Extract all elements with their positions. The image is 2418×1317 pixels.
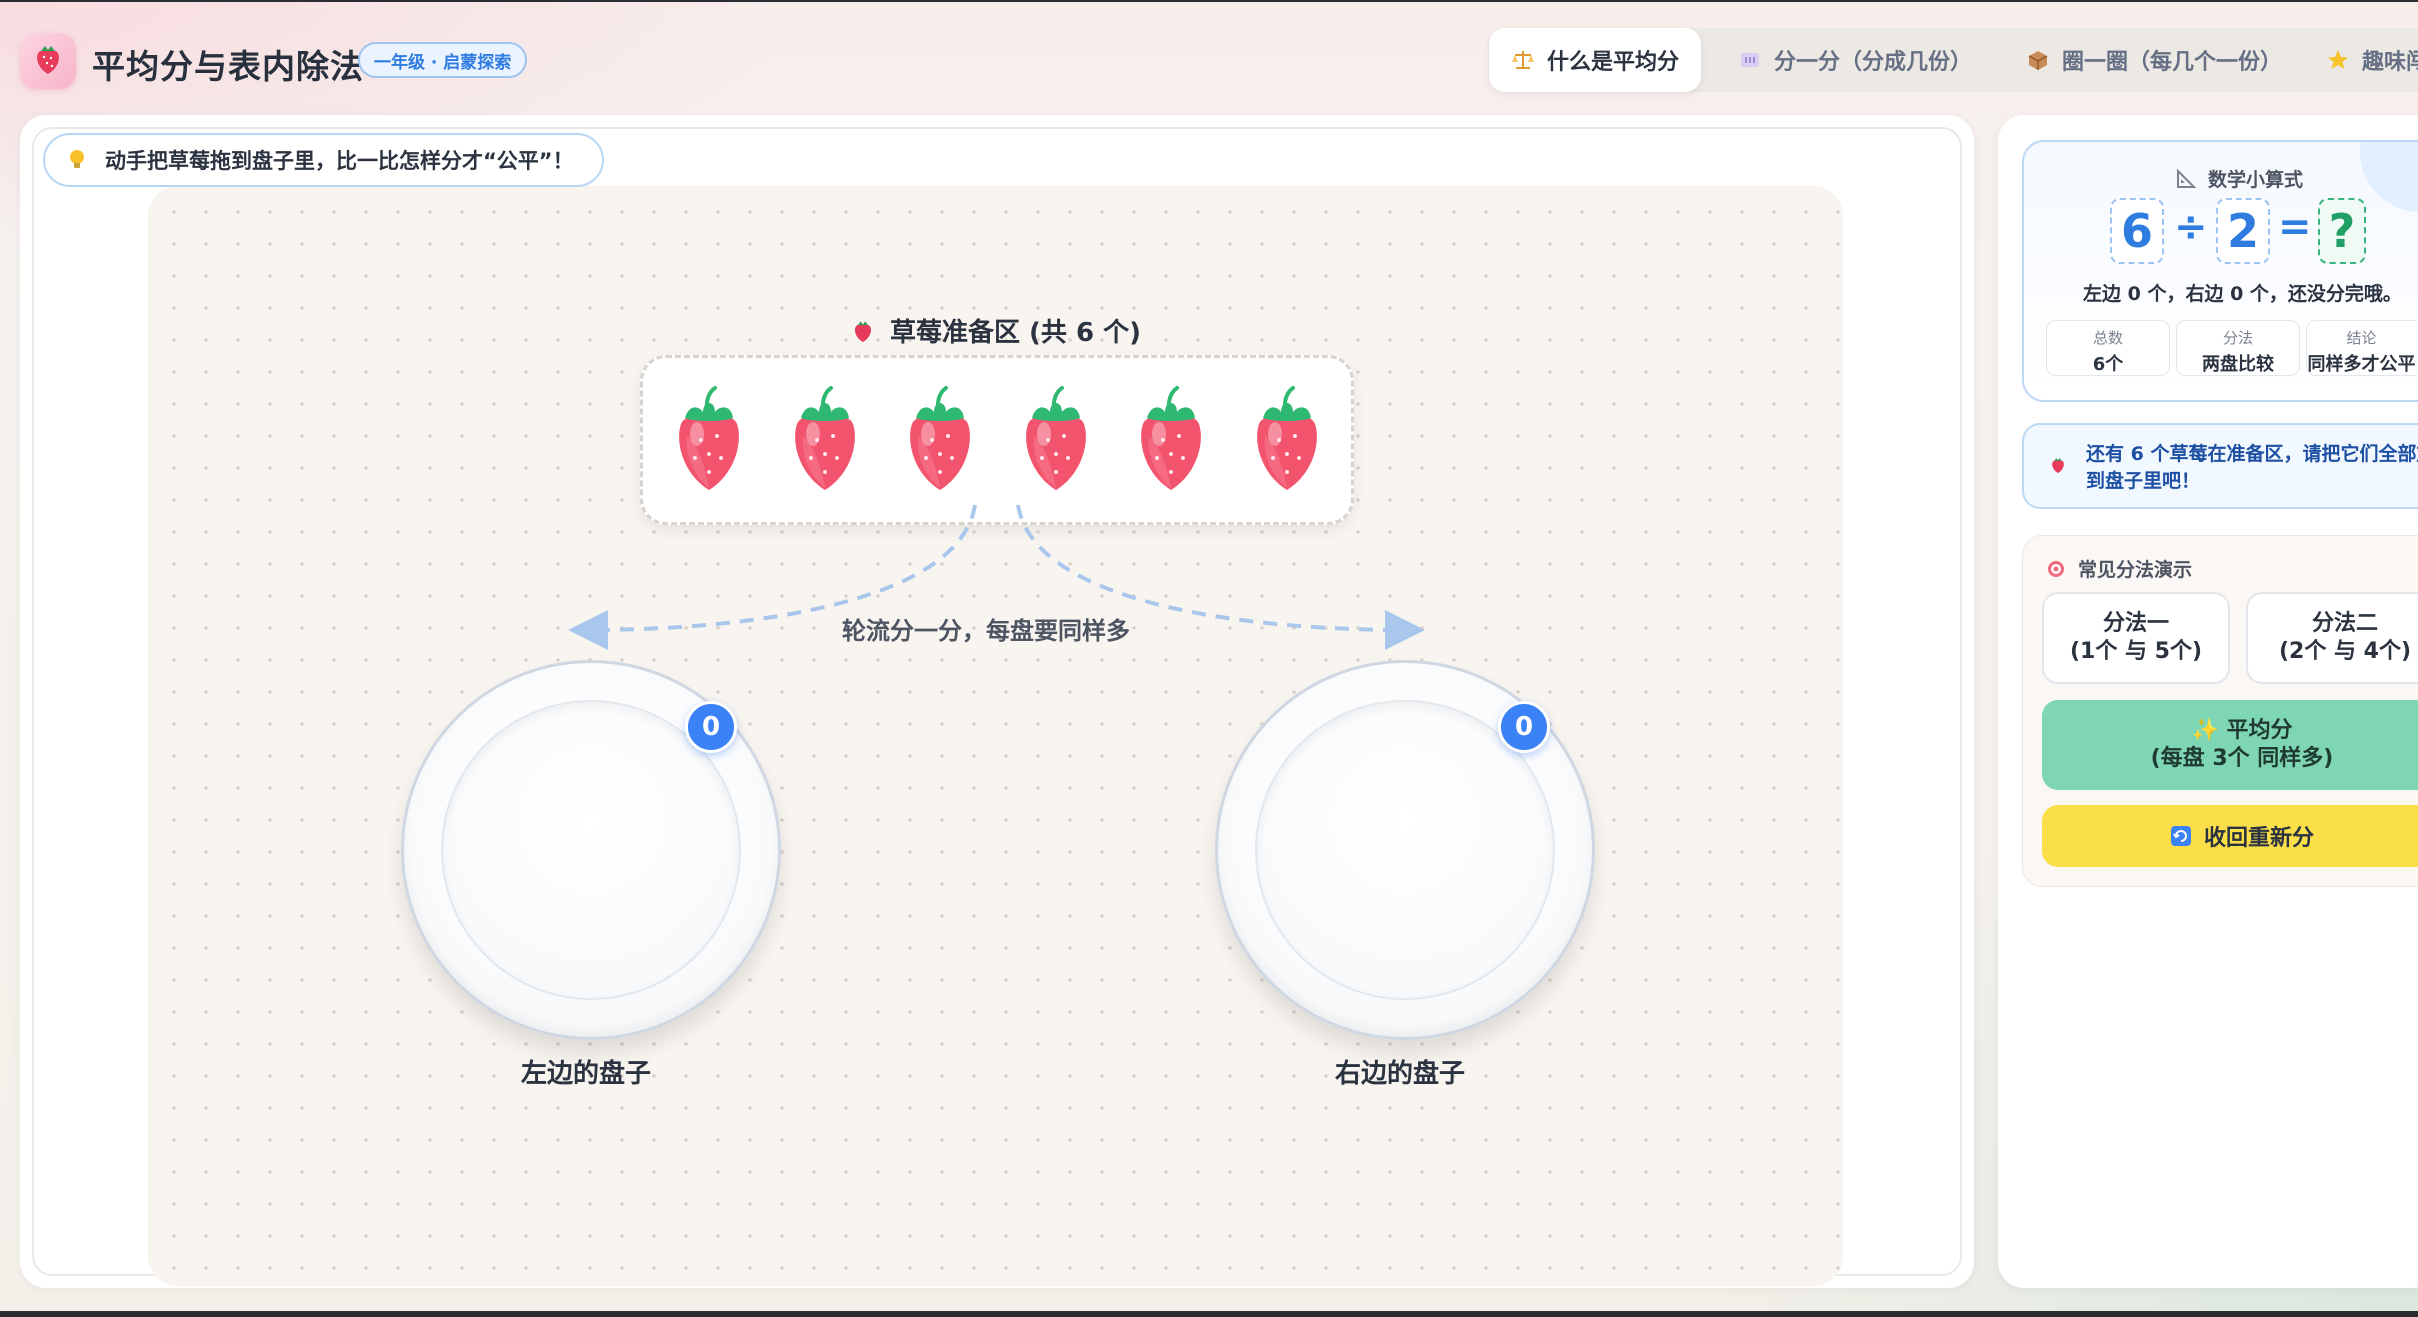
left-plate-label: 左边的盘子 xyxy=(521,1059,652,1089)
method-two-button[interactable]: 分法二 (2个 与 4个) xyxy=(2246,592,2418,684)
formula-answer: ? xyxy=(2318,198,2366,264)
target-icon xyxy=(2046,559,2066,579)
star-icon xyxy=(2326,48,2350,72)
strawberry-icon xyxy=(679,386,739,490)
status-notice: 还有 6 个草莓在准备区，请把它们全部放到盘子里吧！ xyxy=(2022,423,2418,509)
formula-operator: ÷ xyxy=(2174,204,2208,250)
hint-bar: 动手把草莓拖到盘子里，比一比怎样分才“公平”！ xyxy=(43,133,604,187)
formula-heading-text: 数学小算式 xyxy=(2208,169,2304,191)
reset-label: 收回重新分 xyxy=(2203,826,2314,851)
stat-method: 分法 两盘比较 xyxy=(2176,320,2300,376)
strawberry-icon xyxy=(2050,455,2066,475)
strawberry-icon xyxy=(1141,386,1201,490)
refresh-icon xyxy=(2170,825,2192,847)
stat-value: 6个 xyxy=(2092,354,2124,375)
balance-scale-icon xyxy=(1511,48,1535,72)
right-plate-label: 右边的盘子 xyxy=(1335,1059,1466,1089)
method-title: 分法一 xyxy=(2102,611,2169,636)
draggable-strawberry[interactable] xyxy=(789,378,861,498)
strawberry-icon xyxy=(33,42,63,80)
strawberry-icon xyxy=(910,386,970,490)
stat-value: 两盘比较 xyxy=(2202,354,2274,375)
strawberry-icon xyxy=(852,318,874,344)
draggable-strawberry[interactable] xyxy=(1251,378,1323,498)
method-title: 分法二 xyxy=(2311,611,2378,636)
hint-text: 动手把草莓拖到盘子里，比一比怎样分才“公平”！ xyxy=(105,149,574,173)
grade-badge: 一年级 · 启蒙探索 xyxy=(358,42,528,78)
methods-heading: 常见分法演示 xyxy=(2046,555,2192,582)
draggable-strawberry[interactable] xyxy=(904,378,976,498)
prep-zone-title: 草莓准备区 (共 6 个) xyxy=(852,312,1141,349)
tab-label: 圈一圈（每几个一份） xyxy=(2062,50,2283,75)
strawberry-prep-zone[interactable] xyxy=(640,355,1354,525)
stat-value: 同样多才公平 xyxy=(2307,354,2416,375)
left-plate-count-badge: 0 xyxy=(685,701,737,753)
stat-conclusion: 结论 同样多才公平 xyxy=(2306,320,2416,376)
tab-label: 趣味闯关 xyxy=(2362,50,2418,75)
average-detail: (每盘 3个 同样多) xyxy=(2150,746,2334,771)
draggable-strawberry[interactable] xyxy=(1020,378,1092,498)
formula-status: 左边 0 个，右边 0 个，还没分完哦。 xyxy=(2083,283,2402,305)
method-detail: (2个 与 4个) xyxy=(2278,639,2412,664)
arrow-label: 轮流分一分，每盘要同样多 xyxy=(842,617,1130,645)
strawberry-icon xyxy=(794,386,855,490)
average-title: ✨ 平均分 xyxy=(2191,718,2293,743)
strawberry-icon xyxy=(1025,386,1086,490)
stat-total: 总数 6个 xyxy=(2046,320,2170,376)
formula-dividend: 6 xyxy=(2110,198,2164,264)
method-detail: (1个 与 5个) xyxy=(2069,639,2203,664)
app-title: 平均分与表内除法 xyxy=(92,47,364,86)
strawberry-icon xyxy=(1256,386,1317,490)
formula-equals: = xyxy=(2278,204,2312,250)
draggable-strawberry[interactable] xyxy=(673,378,745,498)
tab-divide-into-parts[interactable]: 分一分（分成几份） xyxy=(1738,28,1972,92)
formula-divisor: 2 xyxy=(2216,198,2270,264)
app-logo xyxy=(20,33,76,89)
tab-label: 什么是平均分 xyxy=(1547,50,1680,75)
tab-circle-groups[interactable]: 圈一圈（每几个一份） xyxy=(2026,28,2282,92)
card-corner-decoration xyxy=(2360,142,2418,212)
stat-label: 结论 xyxy=(2346,329,2377,347)
lightbulb-icon xyxy=(67,148,87,172)
method-one-button[interactable]: 分法一 (1个 与 5个) xyxy=(2042,592,2230,684)
prep-zone-title-text: 草莓准备区 (共 6 个) xyxy=(890,318,1142,348)
right-plate-count-badge: 0 xyxy=(1498,701,1550,753)
tab-fun-challenge[interactable]: 趣味闯关 xyxy=(2326,28,2418,92)
methods-heading-text: 常见分法演示 xyxy=(2078,559,2193,581)
stat-label: 总数 xyxy=(2092,329,2123,347)
average-split-button[interactable]: ✨ 平均分 (每盘 3个 同样多) xyxy=(2042,700,2418,790)
stat-label: 分法 xyxy=(2222,329,2253,347)
box-icon xyxy=(2026,48,2050,72)
tab-bar: 什么是平均分 分一分（分成几份） 圈一圈（每几个一份） 趣味闯关 xyxy=(1488,28,2418,92)
notice-text: 还有 6 个草莓在准备区，请把它们全部放到盘子里吧！ xyxy=(2086,443,2418,492)
formula-heading: 数学小算式 xyxy=(2176,165,2303,192)
draggable-strawberry[interactable] xyxy=(1135,378,1207,498)
tab-what-is-average[interactable]: 什么是平均分 xyxy=(1489,28,1702,92)
tab-label: 分一分（分成几份） xyxy=(1774,50,1973,75)
reset-button[interactable]: 收回重新分 xyxy=(2042,805,2418,867)
ruler-triangle-icon xyxy=(2176,168,2196,189)
window-bottom-border xyxy=(0,1311,2418,1317)
plates-icon xyxy=(1738,48,1762,72)
